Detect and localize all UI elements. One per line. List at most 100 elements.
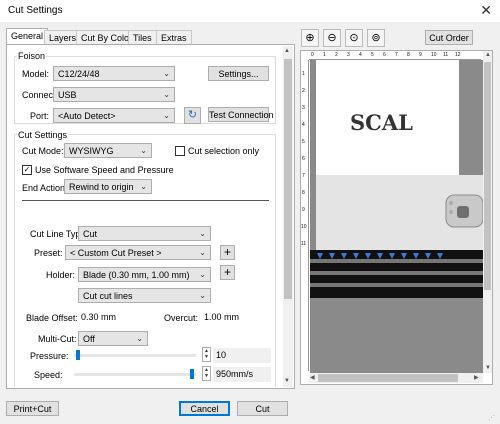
- speed-slider[interactable]: [74, 373, 196, 376]
- add-preset-button[interactable]: +: [220, 245, 235, 260]
- divider: [22, 200, 269, 201]
- cut-preview-canvas[interactable]: [310, 60, 483, 373]
- ruler-top-label: 5: [371, 52, 374, 58]
- tab-general[interactable]: General: [6, 28, 49, 45]
- cut-selection-only-checkbox[interactable]: [175, 146, 185, 156]
- preview-horizontal-scrollbar-thumb[interactable]: [318, 374, 458, 382]
- speed-spinner[interactable]: ▲ ▼: [202, 366, 211, 381]
- ruler-left-label: 7: [302, 173, 305, 179]
- ruler-left-label: 5: [302, 139, 305, 145]
- print-cut-button[interactable]: Print+Cut: [6, 401, 59, 416]
- pressure-spinner[interactable]: ▲ ▼: [202, 347, 211, 362]
- ruler-top-label: 6: [383, 52, 386, 58]
- tab-tiles[interactable]: Tiles: [128, 30, 157, 44]
- ruler-top: 0 1 2 3 4 5 6 7 8 9 10 11 12: [309, 51, 481, 60]
- model-value: C12/24/48: [58, 69, 100, 79]
- close-icon[interactable]: ✕: [480, 2, 492, 19]
- cut-line-type-value: Cut: [83, 229, 98, 239]
- cut-selection-only-label: Cut selection only: [188, 146, 260, 156]
- ruler-left-label: 10: [301, 224, 307, 230]
- cutter-head-icon: [445, 194, 483, 228]
- chevron-down-icon: ⌄: [163, 69, 170, 78]
- ruler-left-label: 4: [302, 122, 305, 128]
- overcut-label: Overcut:: [164, 313, 199, 323]
- zoom-page-icon[interactable]: ⊚: [367, 29, 385, 47]
- speed-slider-thumb[interactable]: [189, 369, 194, 379]
- scroll-down-icon[interactable]: ▼: [485, 365, 491, 371]
- zoom-fit-icon[interactable]: ⊙: [345, 29, 363, 47]
- test-connection-button[interactable]: Test Connection: [208, 107, 274, 122]
- model-label: Model:: [22, 69, 50, 79]
- overcut-field[interactable]: 1.00 mm: [201, 310, 253, 325]
- scroll-left-icon[interactable]: ◀: [310, 374, 315, 381]
- blade-offset-field[interactable]: 0.30 mm: [78, 310, 130, 325]
- panel-scrollbar-thumb[interactable]: [284, 59, 292, 299]
- ruler-left-label: 6: [302, 156, 305, 162]
- scroll-up-icon[interactable]: ▲: [485, 52, 491, 58]
- port-select[interactable]: <Auto Detect> ⌄: [53, 108, 175, 123]
- chevron-down-icon: ⌄: [140, 182, 147, 191]
- settings-button[interactable]: Settings...: [208, 66, 269, 81]
- use-software-checkbox[interactable]: ✓: [22, 165, 32, 175]
- pressure-label: Pressure:: [30, 351, 69, 361]
- pressure-slider-thumb[interactable]: [76, 350, 81, 360]
- general-panel: Foison Model: C12/24/48 ⌄ Settings... Co…: [6, 44, 295, 389]
- connection-select[interactable]: USB ⌄: [53, 87, 175, 102]
- preset-select[interactable]: < Custom Cut Preset > ⌄: [65, 245, 211, 260]
- ruler-left-label: 8: [302, 190, 305, 196]
- scroll-right-icon[interactable]: ▶: [474, 374, 479, 381]
- zoom-in-icon[interactable]: ⊕: [301, 29, 319, 47]
- cut-lines-select[interactable]: Cut cut lines ⌄: [78, 288, 211, 303]
- multi-cut-label: Multi-Cut:: [38, 334, 77, 344]
- ruler-top-label: 1: [323, 52, 326, 58]
- model-select[interactable]: C12/24/48 ⌄: [53, 66, 175, 81]
- add-holder-button[interactable]: +: [220, 265, 235, 280]
- ruler-left-label: 9: [302, 207, 305, 213]
- pressure-slider[interactable]: [74, 354, 196, 357]
- chevron-down-icon: ⌄: [199, 229, 206, 238]
- chevron-down-icon: ⌄: [163, 111, 170, 120]
- pressure-value: 10: [213, 348, 271, 363]
- refresh-icon[interactable]: ↻: [184, 107, 201, 124]
- preset-label: Preset:: [34, 248, 63, 258]
- ruler-top-label: 7: [395, 52, 398, 58]
- blade-offset-label: Blade Offset:: [26, 313, 78, 323]
- chevron-down-icon: ⌄: [199, 248, 206, 257]
- use-software-label: Use Software Speed and Pressure: [35, 165, 174, 175]
- cut-mode-value: WYSIWYG: [69, 146, 114, 156]
- chevron-down-icon: ⌄: [140, 146, 147, 155]
- tab-extras[interactable]: Extras: [156, 30, 192, 44]
- multi-cut-value: Off: [83, 334, 95, 344]
- ruler-top-label: 10: [431, 52, 437, 58]
- cancel-button[interactable]: Cancel: [179, 401, 230, 416]
- resize-grip-icon[interactable]: ⋰: [488, 414, 495, 422]
- ruler-top-label: 12: [455, 52, 461, 58]
- ruler-left-label: 3: [302, 105, 305, 111]
- cut-lines-value: Cut cut lines: [83, 291, 133, 301]
- cut-order-button[interactable]: Cut Order: [425, 30, 473, 45]
- cut-mode-select[interactable]: WYSIWYG ⌄: [64, 143, 152, 158]
- ruler-top-label: 8: [407, 52, 410, 58]
- cut-mode-label: Cut Mode:: [22, 146, 64, 156]
- end-action-select[interactable]: Rewind to origin ⌄: [64, 179, 152, 194]
- canvas-design-text: SCAL: [350, 110, 413, 135]
- ruler-top-label: 3: [347, 52, 350, 58]
- holder-value: Blade (0.30 mm, 1.00 mm): [83, 270, 190, 280]
- cut-line-type-select[interactable]: Cut ⌄: [78, 226, 211, 241]
- scroll-down-icon[interactable]: ▼: [284, 378, 290, 384]
- ruler-top-label: 11: [443, 52, 449, 58]
- title-bar: Cut Settings ✕: [0, 0, 500, 22]
- cut-button[interactable]: Cut: [237, 401, 288, 416]
- port-label: Port:: [30, 111, 50, 121]
- scroll-up-icon[interactable]: ▲: [284, 48, 290, 54]
- speed-label: Speed:: [34, 370, 63, 380]
- ruler-top-label: 4: [359, 52, 362, 58]
- zoom-out-icon[interactable]: ⊖: [323, 29, 341, 47]
- chevron-down-icon: ⌄: [163, 90, 170, 99]
- speed-value: 950mm/s: [213, 367, 271, 382]
- preview-vertical-scrollbar-thumb[interactable]: [484, 62, 491, 290]
- holder-select[interactable]: Blade (0.30 mm, 1.00 mm) ⌄: [78, 267, 211, 282]
- multi-cut-select[interactable]: Off ⌄: [78, 331, 148, 346]
- chevron-down-icon: ⌄: [199, 270, 206, 279]
- port-value: <Auto Detect>: [58, 111, 116, 121]
